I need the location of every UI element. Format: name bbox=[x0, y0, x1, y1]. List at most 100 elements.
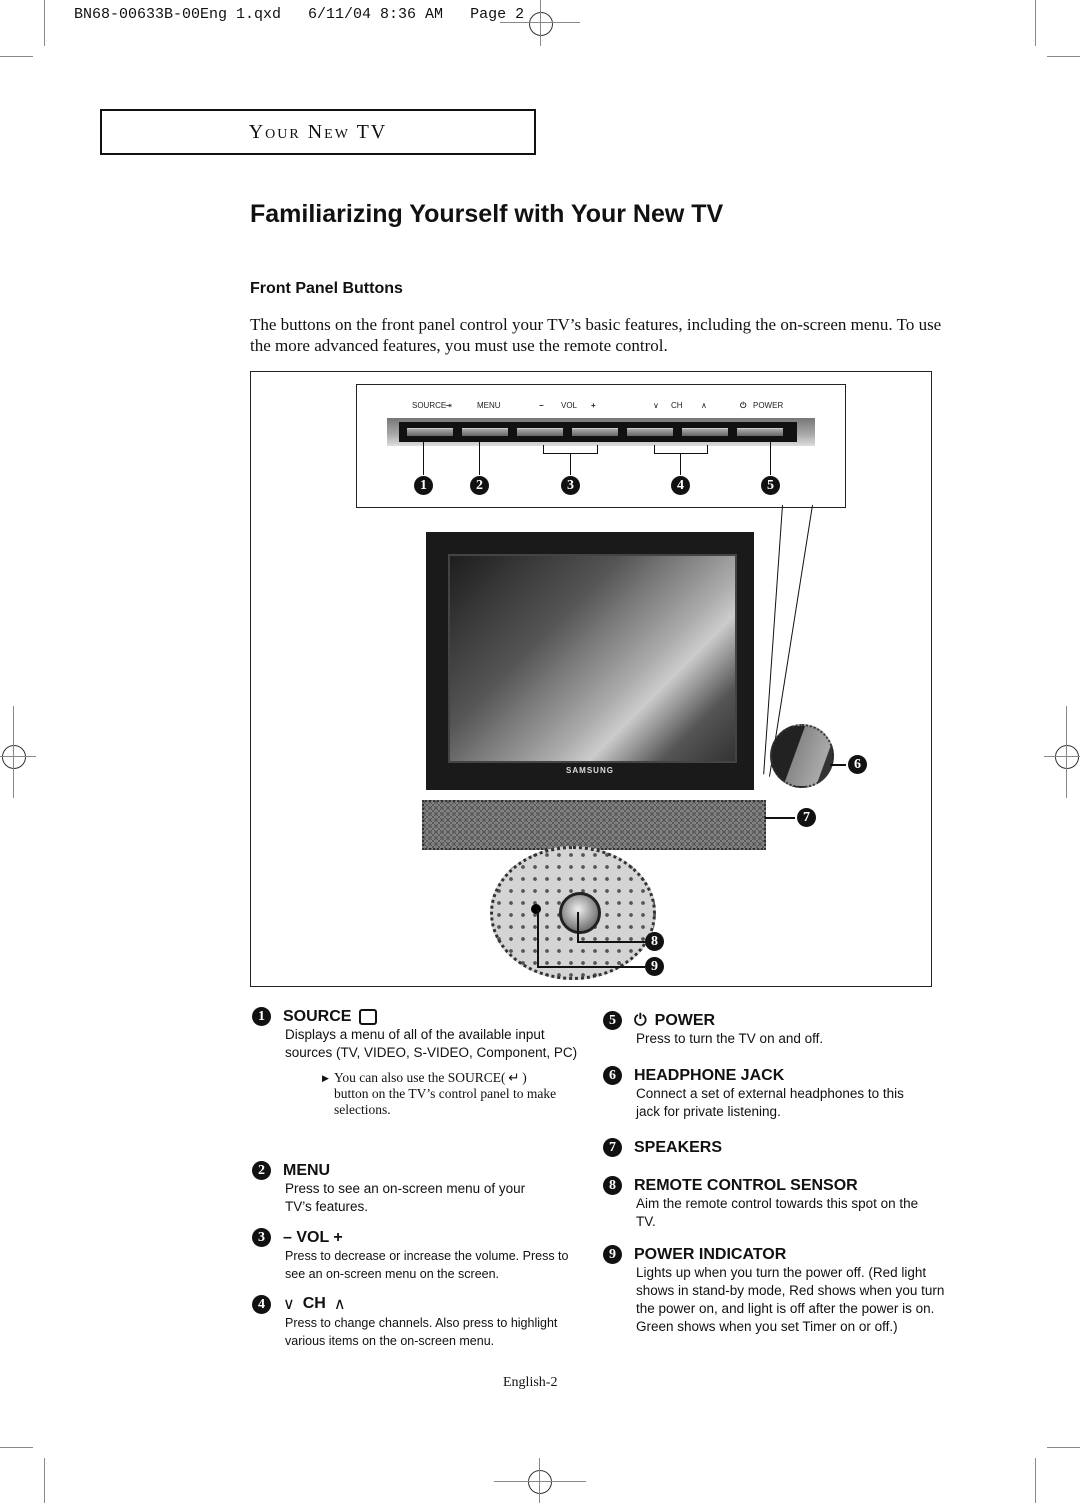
item-title: POWER INDICATOR bbox=[634, 1245, 787, 1263]
front-panel-callout: SOURCE ⇥ MENU − VOL + ∨ CH ∧ ⏻ POWER 1 2… bbox=[356, 384, 846, 508]
tv-screen bbox=[448, 554, 737, 763]
crop-mark bbox=[44, 1458, 45, 1503]
item-number: 6 bbox=[603, 1066, 622, 1085]
item-description: Press to see an on-screen menu of your T… bbox=[285, 1181, 526, 1214]
crop-mark bbox=[44, 0, 45, 46]
headphone-jack-zoom bbox=[770, 724, 834, 788]
hw-vol-up-button bbox=[572, 428, 618, 436]
item-description: Press to decrease or increase the volume… bbox=[285, 1249, 569, 1281]
item-description: Lights up when you turn the power off. (… bbox=[636, 1265, 945, 1334]
hw-power-button bbox=[737, 428, 783, 436]
power-icon: ⏻ bbox=[634, 1011, 647, 1029]
panel-label-ch-down: ∨ bbox=[653, 401, 659, 410]
item-description: Press to turn the TV on and off. bbox=[636, 1031, 824, 1046]
callout-number: 9 bbox=[645, 957, 664, 976]
brand-logo: SAMSUNG bbox=[566, 766, 614, 775]
crop-mark bbox=[1047, 1447, 1080, 1448]
registration-mark bbox=[1055, 745, 1079, 769]
item-note: You can also use the SOURCE( ↵ ) button … bbox=[322, 1070, 564, 1118]
panel-label-vol-plus: + bbox=[591, 401, 596, 410]
chevron-down-icon: ∨ bbox=[283, 1296, 295, 1313]
power-indicator-light bbox=[531, 904, 541, 914]
panel-label-vol-minus: − bbox=[539, 401, 544, 410]
registration-mark bbox=[529, 12, 553, 36]
item-title: MENU bbox=[283, 1161, 331, 1179]
callout-number: 5 bbox=[761, 476, 780, 495]
panel-label-power: POWER bbox=[753, 401, 784, 410]
item-title: – VOL + bbox=[283, 1228, 343, 1246]
callout-number: 1 bbox=[414, 476, 433, 495]
item-ch: 4 ∨ CH ∧ Press to change channels. Also pre… bbox=[252, 1294, 592, 1350]
item-description: Connect a set of external headphones to … bbox=[636, 1086, 904, 1119]
item-number: 1 bbox=[252, 1007, 271, 1026]
registration-mark bbox=[2, 745, 26, 769]
item-vol: 3 – VOL + Press to decrease or increase t… bbox=[252, 1228, 592, 1283]
leader-line bbox=[654, 453, 708, 454]
item-title: HEADPHONE JACK bbox=[634, 1066, 785, 1084]
remote-sensor bbox=[559, 892, 601, 934]
print-slug: BN68-00633B-00Eng 1.qxd 6/11/04 8:36 AM … bbox=[74, 6, 525, 23]
item-number: 9 bbox=[603, 1245, 622, 1264]
leader-line bbox=[537, 966, 645, 968]
leader-line bbox=[654, 445, 655, 453]
leader-line bbox=[577, 912, 579, 942]
crop-mark bbox=[0, 56, 33, 57]
chevron-up-icon: ∧ bbox=[333, 1296, 346, 1313]
item-number: 2 bbox=[252, 1161, 271, 1180]
crop-mark bbox=[1047, 56, 1080, 57]
item-title: REMOTE CONTROL SENSOR bbox=[634, 1176, 858, 1194]
source-icon: ⇥ bbox=[445, 401, 452, 410]
item-headphone-jack: 6 HEADPHONE JACK Connect a set of externa… bbox=[603, 1066, 943, 1121]
item-description: Press to change channels. Also press to … bbox=[285, 1316, 558, 1348]
hw-source-button bbox=[407, 428, 453, 436]
panel-label-ch: CH bbox=[671, 401, 683, 410]
leader-line bbox=[765, 817, 795, 819]
speaker-grille bbox=[422, 800, 766, 850]
panel-label-ch-up: ∧ bbox=[701, 401, 707, 410]
button-bar bbox=[399, 422, 797, 442]
panel-label-menu: MENU bbox=[477, 401, 501, 410]
crop-mark bbox=[13, 706, 14, 798]
leader-line bbox=[543, 445, 544, 453]
crop-mark bbox=[500, 22, 580, 23]
source-icon bbox=[359, 1008, 378, 1025]
hw-menu-button bbox=[462, 428, 508, 436]
callout-number: 6 bbox=[848, 755, 867, 774]
registration-mark bbox=[528, 1470, 552, 1494]
leader-line bbox=[597, 445, 598, 453]
leader-line bbox=[479, 442, 480, 475]
leader-line bbox=[423, 442, 424, 475]
item-description: Displays a menu of all of the available … bbox=[285, 1027, 578, 1060]
crop-mark bbox=[0, 756, 36, 757]
item-title: SPEAKERS bbox=[634, 1138, 723, 1156]
intro-paragraph: The buttons on the front panel control y… bbox=[250, 315, 942, 355]
item-power-indicator: 9 POWER INDICATOR Lights up when you turn… bbox=[603, 1245, 945, 1336]
item-number: 5 bbox=[603, 1011, 622, 1030]
hw-ch-down-button bbox=[627, 428, 673, 436]
item-number: 8 bbox=[603, 1176, 622, 1195]
item-title: SOURCE bbox=[283, 1007, 352, 1025]
panel-label-source: SOURCE bbox=[412, 401, 447, 410]
callout-number: 7 bbox=[797, 808, 816, 827]
item-title: CH bbox=[302, 1295, 326, 1312]
leader-line bbox=[707, 445, 708, 453]
crop-mark bbox=[540, 0, 541, 46]
item-number: 4 bbox=[252, 1294, 271, 1314]
crop-mark bbox=[1066, 706, 1067, 798]
callout-number: 4 bbox=[671, 476, 690, 495]
leader-line bbox=[577, 941, 645, 943]
item-number: 3 bbox=[252, 1228, 271, 1247]
crop-mark bbox=[1044, 756, 1080, 757]
item-source: 1 SOURCE Displays a menu of all of the av… bbox=[252, 1007, 582, 1118]
crop-mark bbox=[1035, 0, 1036, 46]
leader-line bbox=[537, 910, 539, 967]
item-number: 7 bbox=[603, 1138, 622, 1157]
tv-illustration: SAMSUNG bbox=[426, 532, 754, 790]
page-number: English-2 bbox=[503, 1375, 558, 1390]
crop-mark bbox=[1035, 1458, 1036, 1503]
item-description: Aim the remote control towards this spot… bbox=[636, 1196, 919, 1229]
hw-ch-up-button bbox=[682, 428, 728, 436]
panel-label-vol: VOL bbox=[561, 401, 578, 410]
item-power: 5 ⏻ POWER Press to turn the TV on and off. bbox=[603, 1011, 943, 1048]
leader-line bbox=[830, 764, 846, 766]
